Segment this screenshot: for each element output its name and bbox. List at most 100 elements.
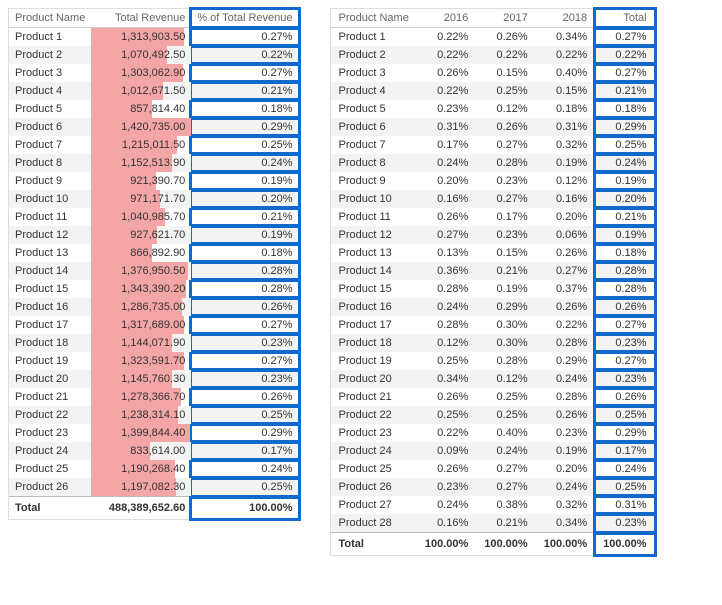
pct-total: 0.31% bbox=[595, 496, 654, 514]
col-header[interactable]: % of Total Revenue bbox=[191, 9, 298, 28]
table-row[interactable]: Product 140.36%0.21%0.27%0.28% bbox=[331, 262, 655, 280]
col-header[interactable]: 2017 bbox=[476, 9, 535, 28]
pct-total: 0.23% bbox=[595, 514, 654, 533]
table-row[interactable]: Product 240.09%0.24%0.19%0.17% bbox=[331, 442, 655, 460]
table-row[interactable]: Product 251,190,268.400.24% bbox=[9, 460, 299, 478]
product-name: Product 20 bbox=[331, 370, 417, 388]
table-row[interactable]: Product 9921,390.700.19% bbox=[9, 172, 299, 190]
table-row[interactable]: Product 60.31%0.26%0.31%0.29% bbox=[331, 118, 655, 136]
table-row[interactable]: Product 151,343,390.200.28% bbox=[9, 280, 299, 298]
table-row[interactable]: Product 211,278,366.700.26% bbox=[9, 388, 299, 406]
pct-2018: 0.24% bbox=[536, 478, 595, 496]
pct-2017: 0.27% bbox=[476, 478, 535, 496]
pct-2018: 0.37% bbox=[536, 280, 595, 298]
col-header[interactable]: Product Name bbox=[9, 9, 91, 28]
table-row[interactable]: Product 71,215,011.500.25% bbox=[9, 136, 299, 154]
total-2017: 100.00% bbox=[476, 533, 535, 556]
table-row[interactable]: Product 81,152,513.900.24% bbox=[9, 154, 299, 172]
table-row[interactable]: Product 11,313,903.500.27% bbox=[9, 28, 299, 47]
table-row[interactable]: Product 30.26%0.15%0.40%0.27% bbox=[331, 64, 655, 82]
table-row[interactable]: Product 280.16%0.21%0.34%0.23% bbox=[331, 514, 655, 533]
revenue-bar-cell: 1,286,735.00 bbox=[91, 298, 191, 316]
year-pct-table[interactable]: Product Name201620172018Total Product 10… bbox=[330, 8, 656, 556]
table-row[interactable]: Product 201,145,760.300.23% bbox=[9, 370, 299, 388]
table-row[interactable]: Product 260.23%0.27%0.24%0.25% bbox=[331, 478, 655, 496]
table-row[interactable]: Product 61,420,735.000.29% bbox=[9, 118, 299, 136]
pct-2018: 0.27% bbox=[536, 262, 595, 280]
col-header[interactable]: 2016 bbox=[417, 9, 476, 28]
col-header[interactable]: Total bbox=[595, 9, 654, 28]
table-row[interactable]: Product 160.24%0.29%0.26%0.26% bbox=[331, 298, 655, 316]
table-row[interactable]: Product 80.24%0.28%0.19%0.24% bbox=[331, 154, 655, 172]
table-row[interactable]: Product 191,323,591.700.27% bbox=[9, 352, 299, 370]
table-row[interactable]: Product 200.34%0.12%0.24%0.23% bbox=[331, 370, 655, 388]
table-row[interactable]: Product 13866,892.900.18% bbox=[9, 244, 299, 262]
product-name: Product 6 bbox=[9, 118, 91, 136]
pct-2018: 0.18% bbox=[536, 100, 595, 118]
table-row[interactable]: Product 12927,621.700.19% bbox=[9, 226, 299, 244]
table-row[interactable]: Product 150.28%0.19%0.37%0.28% bbox=[331, 280, 655, 298]
table-row[interactable]: Product 180.12%0.30%0.28%0.23% bbox=[331, 334, 655, 352]
pct-2016: 0.22% bbox=[417, 46, 476, 64]
pct-total: 0.21% bbox=[595, 208, 654, 226]
col-header[interactable]: Product Name bbox=[331, 9, 417, 28]
table-row[interactable]: Product 161,286,735.000.26% bbox=[9, 298, 299, 316]
pct-2017: 0.12% bbox=[476, 370, 535, 388]
pct-2017: 0.25% bbox=[476, 82, 535, 100]
col-header[interactable]: 2018 bbox=[536, 9, 595, 28]
table-row[interactable]: Product 261,197,082.300.25% bbox=[9, 478, 299, 497]
product-name: Product 2 bbox=[331, 46, 417, 64]
pct-2017: 0.30% bbox=[476, 316, 535, 334]
table-row[interactable]: Product 24833,614.000.17% bbox=[9, 442, 299, 460]
table-row[interactable]: Product 5857,814.400.18% bbox=[9, 100, 299, 118]
table-row[interactable]: Product 110.26%0.17%0.20%0.21% bbox=[331, 208, 655, 226]
table-row[interactable]: Product 50.23%0.12%0.18%0.18% bbox=[331, 100, 655, 118]
table-row[interactable]: Product 40.22%0.25%0.15%0.21% bbox=[331, 82, 655, 100]
table-row[interactable]: Product 10.22%0.26%0.34%0.27% bbox=[331, 28, 655, 47]
product-name: Product 23 bbox=[331, 424, 417, 442]
table-row[interactable]: Product 230.22%0.40%0.23%0.29% bbox=[331, 424, 655, 442]
table-row[interactable]: Product 181,144,071.900.23% bbox=[9, 334, 299, 352]
pct-2016: 0.26% bbox=[417, 64, 476, 82]
table-row[interactable]: Product 130.13%0.15%0.26%0.18% bbox=[331, 244, 655, 262]
total-label: Total bbox=[331, 533, 417, 556]
table-row[interactable]: Product 10971,171.700.20% bbox=[9, 190, 299, 208]
table-row[interactable]: Product 171,317,689.000.27% bbox=[9, 316, 299, 334]
table-row[interactable]: Product 270.24%0.38%0.32%0.31% bbox=[331, 496, 655, 514]
table-row[interactable]: Product 31,303,062.900.27% bbox=[9, 64, 299, 82]
table-row[interactable]: Product 21,070,492.500.22% bbox=[9, 46, 299, 64]
product-name: Product 11 bbox=[9, 208, 91, 226]
table-row[interactable]: Product 250.26%0.27%0.20%0.24% bbox=[331, 460, 655, 478]
table-row[interactable]: Product 120.27%0.23%0.06%0.19% bbox=[331, 226, 655, 244]
table-row[interactable]: Product 41,012,671.500.21% bbox=[9, 82, 299, 100]
table-row[interactable]: Product 190.25%0.28%0.29%0.27% bbox=[331, 352, 655, 370]
table-row[interactable]: Product 170.28%0.30%0.22%0.27% bbox=[331, 316, 655, 334]
product-name: Product 12 bbox=[331, 226, 417, 244]
product-name: Product 12 bbox=[9, 226, 91, 244]
table-row[interactable]: Product 221,238,314.100.25% bbox=[9, 406, 299, 424]
table-row[interactable]: Product 100.16%0.27%0.16%0.20% bbox=[331, 190, 655, 208]
table-row[interactable]: Product 70.17%0.27%0.32%0.25% bbox=[331, 136, 655, 154]
product-name: Product 28 bbox=[331, 514, 417, 533]
table-row[interactable]: Product 231,399,844.400.29% bbox=[9, 424, 299, 442]
table-row[interactable]: Product 220.25%0.25%0.26%0.25% bbox=[331, 406, 655, 424]
product-name: Product 18 bbox=[331, 334, 417, 352]
col-header[interactable]: Total Revenue bbox=[91, 9, 191, 28]
table-row[interactable]: Product 141,376,950.500.28% bbox=[9, 262, 299, 280]
table-row[interactable]: Product 20.22%0.22%0.22%0.22% bbox=[331, 46, 655, 64]
pct-cell: 0.27% bbox=[191, 64, 298, 82]
pct-2016: 0.28% bbox=[417, 280, 476, 298]
product-name: Product 10 bbox=[9, 190, 91, 208]
table-row[interactable]: Product 111,040,985.700.21% bbox=[9, 208, 299, 226]
pct-cell: 0.23% bbox=[191, 334, 298, 352]
revenue-table[interactable]: Product NameTotal Revenue% of Total Reve… bbox=[8, 8, 300, 520]
pct-2017: 0.25% bbox=[476, 406, 535, 424]
table-row[interactable]: Product 210.26%0.25%0.28%0.26% bbox=[331, 388, 655, 406]
product-name: Product 4 bbox=[331, 82, 417, 100]
table-row[interactable]: Product 90.20%0.23%0.12%0.19% bbox=[331, 172, 655, 190]
product-name: Product 16 bbox=[331, 298, 417, 316]
product-name: Product 4 bbox=[9, 82, 91, 100]
pct-2018: 0.16% bbox=[536, 190, 595, 208]
product-name: Product 8 bbox=[331, 154, 417, 172]
revenue-bar-cell: 1,278,366.70 bbox=[91, 388, 191, 406]
